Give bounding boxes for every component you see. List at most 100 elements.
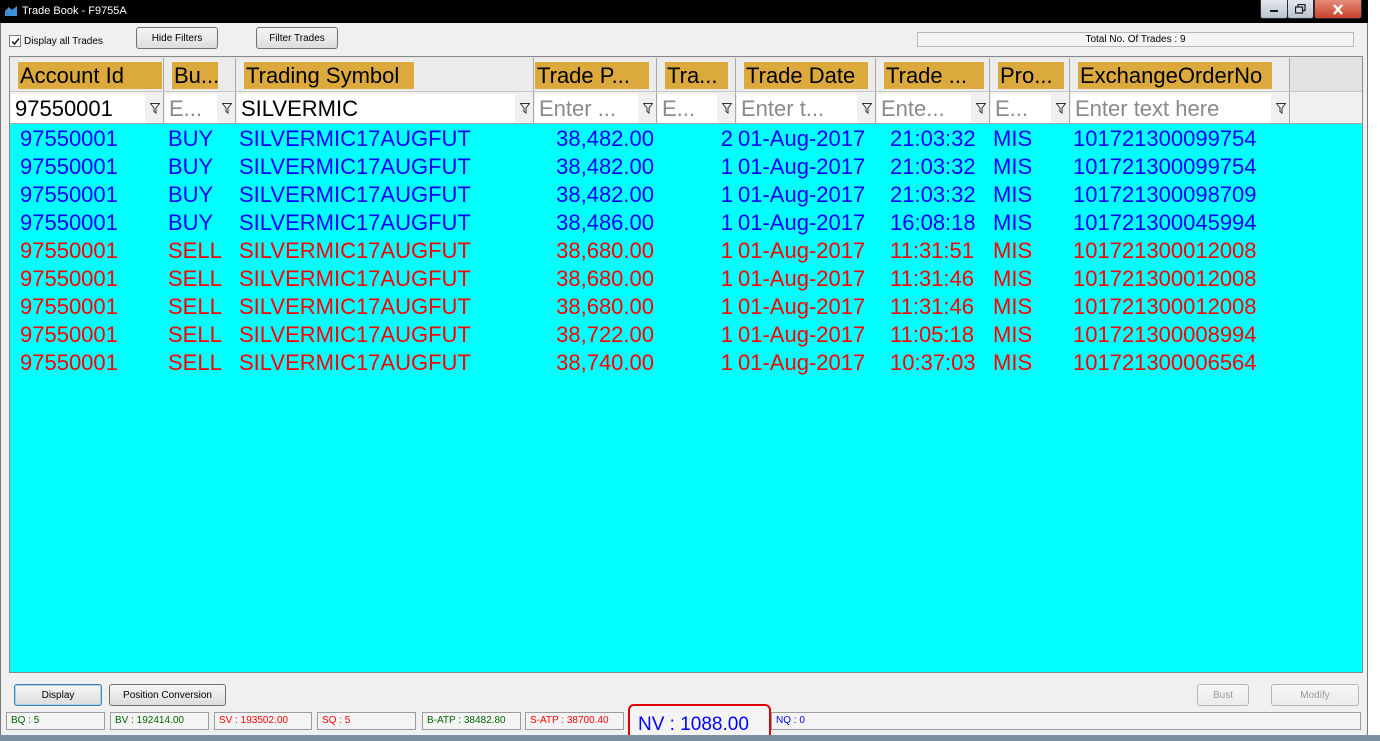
filter-funnel-icon[interactable]: [722, 103, 732, 114]
close-button[interactable]: [1314, 0, 1362, 19]
cell-time: 11:31:46: [890, 294, 975, 319]
filter-input-account[interactable]: [11, 94, 145, 123]
cell-symbol: SILVERMIC17AUGFUT: [239, 322, 471, 347]
minimize-button[interactable]: [1260, 0, 1288, 19]
trade-row[interactable]: 97550001 SELL SILVERMIC17AUGFUT 38,680.00 1 0…: [10, 237, 1362, 265]
filter-funnel-icon[interactable]: [150, 103, 160, 114]
trade-row[interactable]: 97550001 BUY SILVERMIC17AUGFUT 38,482.00 2 01…: [10, 125, 1362, 153]
cell-account: 97550001: [20, 126, 118, 151]
cell-exchange_order: 101721300012008: [1073, 238, 1257, 263]
status-sv: SV : 193502.00: [214, 712, 312, 730]
position-conversion-button[interactable]: Position Conversion: [109, 684, 226, 706]
cell-side: BUY: [168, 126, 214, 151]
filter-cell-time: Ente...: [876, 92, 990, 124]
trade-row[interactable]: 97550001 SELL SILVERMIC17AUGFUT 38,680.00 1 0…: [10, 265, 1362, 293]
column-header-symbol[interactable]: Trading Symbol: [236, 58, 534, 91]
column-header-label: Trade Date: [744, 62, 868, 89]
hide-filters-button[interactable]: Hide Filters: [136, 27, 218, 49]
filter-funnel-icon[interactable]: [1056, 103, 1066, 114]
cell-symbol: SILVERMIC17AUGFUT: [239, 266, 471, 291]
filter-funnel-icon[interactable]: [976, 103, 986, 114]
column-header-label: Bu...: [172, 62, 218, 89]
filter-trades-button[interactable]: Filter Trades: [256, 27, 338, 49]
filter-input-price[interactable]: [535, 94, 638, 123]
status-sq: SQ : 5: [317, 712, 416, 730]
cell-side: SELL: [168, 266, 222, 291]
cell-exchange_order: 101721300008994: [1073, 322, 1257, 347]
cell-symbol: SILVERMIC17AUGFUT: [239, 238, 471, 263]
cell-price: 38,680.00: [556, 294, 654, 319]
filter-cell-symbol: [236, 92, 534, 124]
grid-rows: 97550001 BUY SILVERMIC17AUGFUT 38,482.00 2 01…: [10, 125, 1362, 377]
column-header-date[interactable]: Trade Date: [736, 58, 876, 91]
filter-cell-exchange_order: Enter text here: [1070, 92, 1290, 124]
display-all-trades-checkbox[interactable]: Display all Trades: [9, 35, 103, 47]
cell-side: SELL: [168, 294, 222, 319]
cell-qty: 1: [720, 238, 733, 263]
trade-row[interactable]: 97550001 BUY SILVERMIC17AUGFUT 38,486.00 1 01…: [10, 209, 1362, 237]
cell-side: BUY: [168, 154, 214, 179]
column-header-exchange_order[interactable]: ExchangeOrderNo: [1070, 58, 1290, 91]
trade-row[interactable]: 97550001 BUY SILVERMIC17AUGFUT 38,482.00 1 01…: [10, 181, 1362, 209]
cell-exchange_order: 101721300012008: [1073, 294, 1257, 319]
trade-grid[interactable]: Account Id Bu... Trading Symbol Trade P... T…: [9, 56, 1363, 673]
filter-funnel-icon[interactable]: [520, 103, 530, 114]
cell-account: 97550001: [20, 154, 118, 179]
cell-product: MIS: [993, 350, 1033, 375]
filter-cell-qty: E...: [657, 92, 736, 124]
window-title-bar: Trade Book - F9755A: [0, 0, 1368, 23]
cell-side: BUY: [168, 182, 214, 207]
filter-input-product[interactable]: [991, 94, 1051, 123]
cell-symbol: SILVERMIC17AUGFUT: [239, 294, 471, 319]
column-header-account[interactable]: Account Id: [10, 58, 164, 91]
cell-product: MIS: [993, 126, 1033, 151]
trade-row[interactable]: 97550001 SELL SILVERMIC17AUGFUT 38,680.00 1 0…: [10, 293, 1362, 321]
cell-date: 01-Aug-2017: [738, 210, 866, 235]
filter-input-symbol[interactable]: [237, 94, 515, 123]
cell-time: 21:03:32: [890, 182, 976, 207]
filter-funnel-icon[interactable]: [643, 103, 653, 114]
filter-input-time[interactable]: [877, 94, 971, 123]
maximize-button[interactable]: [1287, 0, 1314, 19]
filter-input-exchange_order[interactable]: [1071, 94, 1271, 123]
column-header-side[interactable]: Bu...: [164, 58, 236, 91]
trade-book-window: Display all Trades Hide Filters Filter T…: [0, 23, 1368, 741]
filter-input-side[interactable]: [165, 94, 217, 123]
cell-account: 97550001: [20, 322, 118, 347]
filter-funnel-icon[interactable]: [862, 103, 872, 114]
column-header-product[interactable]: Pro...: [990, 58, 1070, 91]
checkbox-box[interactable]: [9, 35, 21, 47]
filter-funnel-icon[interactable]: [222, 103, 232, 114]
trade-row[interactable]: 97550001 BUY SILVERMIC17AUGFUT 38,482.00 1 01…: [10, 153, 1362, 181]
cell-product: MIS: [993, 322, 1033, 347]
trade-row[interactable]: 97550001 SELL SILVERMIC17AUGFUT 38,722.00 1 0…: [10, 321, 1362, 349]
modify-button[interactable]: Modify: [1271, 684, 1359, 706]
filter-input-qty[interactable]: [658, 94, 717, 123]
cell-time: 10:37:03: [890, 350, 976, 375]
cell-symbol: SILVERMIC17AUGFUT: [239, 154, 471, 179]
column-header-label: Pro...: [998, 62, 1064, 89]
column-header-price[interactable]: Trade P...: [534, 58, 657, 91]
filter-funnel-icon[interactable]: [1276, 103, 1286, 114]
app-icon: [5, 6, 17, 16]
filter-cell-side: E...: [164, 92, 236, 124]
display-button[interactable]: Display: [14, 684, 102, 706]
cell-exchange_order: 101721300099754: [1073, 126, 1257, 151]
cell-qty: 1: [720, 266, 733, 291]
column-header-time[interactable]: Trade ...: [876, 58, 990, 91]
cell-account: 97550001: [20, 294, 118, 319]
column-header-label: Tra...: [665, 62, 728, 89]
status-nq: NQ : 0: [771, 712, 1361, 730]
cell-exchange_order: 101721300045994: [1073, 210, 1257, 235]
trade-row[interactable]: 97550001 SELL SILVERMIC17AUGFUT 38,740.00 1 0…: [10, 349, 1362, 377]
restore-icon: [1295, 4, 1306, 14]
bust-button[interactable]: Bust: [1197, 684, 1249, 706]
column-header-label: Trading Symbol: [244, 62, 414, 89]
cell-price: 38,482.00: [556, 154, 654, 179]
column-header-qty[interactable]: Tra...: [657, 58, 736, 91]
status-s-atp: S-ATP : 38700.40: [525, 712, 624, 730]
cell-product: MIS: [993, 266, 1033, 291]
filter-input-date[interactable]: [737, 94, 857, 123]
cell-qty: 1: [720, 350, 733, 375]
cell-time: 21:03:32: [890, 126, 976, 151]
